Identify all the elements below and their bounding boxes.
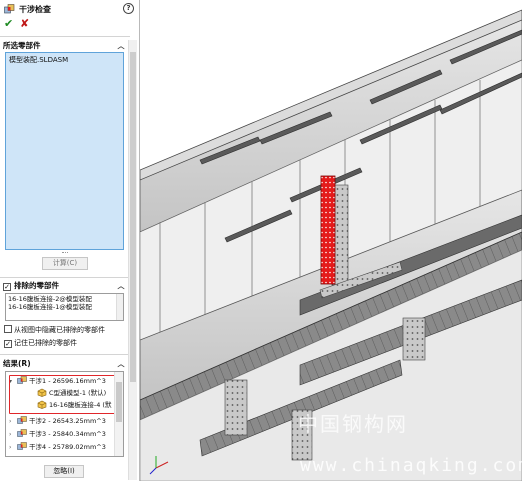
- remember-excluded-label: 记住已排除的零部件: [14, 339, 77, 347]
- graphics-area[interactable]: 中国钢构网 www.chinaqking.com: [140, 0, 522, 481]
- calculate-button[interactable]: 计算(C): [42, 257, 88, 270]
- tree-item-label: 干涉3 - 25840.34mm^3: [29, 430, 106, 438]
- watermark-chinese: 中国钢构网: [298, 412, 408, 436]
- splice-plate: [224, 379, 248, 436]
- ok-button[interactable]: ✔: [4, 18, 16, 30]
- excluded-parts-heading-label: 排除的零部件: [14, 281, 59, 290]
- interference-icon: [17, 442, 27, 450]
- results-heading[interactable]: 结果(R) ︿: [3, 358, 128, 370]
- hide-excluded-label: 从视图中隐藏已排除的零部件: [14, 326, 105, 334]
- panel-title: 干涉检查: [19, 5, 51, 14]
- divider: [0, 36, 130, 37]
- cancel-button[interactable]: ✘: [20, 18, 32, 30]
- interference-icon: [17, 416, 27, 424]
- chevron-up-icon[interactable]: ︿: [116, 358, 126, 370]
- interference-icon: [17, 429, 27, 437]
- chevron-up-icon[interactable]: ︿: [116, 280, 126, 292]
- tree-item-label: 干涉4 - 25789.02mm^3: [29, 443, 106, 451]
- list-item[interactable]: 16-16腹板连接-1@模型装配: [8, 303, 121, 311]
- splice-plate: [402, 317, 426, 361]
- hide-excluded-option[interactable]: 从视图中隐藏已排除的零部件: [4, 325, 105, 336]
- selected-parts-list[interactable]: 模型装配.SLDASM: [5, 52, 124, 250]
- panel-scrollbar-thumb[interactable]: [130, 52, 136, 382]
- resize-grip-icon[interactable]: [62, 252, 68, 255]
- chevron-right-icon[interactable]: ›: [9, 442, 17, 454]
- panel-titlebar: 干涉检查 ?: [0, 0, 139, 18]
- remember-excluded-option[interactable]: ✓ 记住已排除的零部件: [4, 338, 77, 349]
- help-icon[interactable]: ?: [123, 3, 134, 14]
- results-scrollbar-thumb[interactable]: [116, 382, 122, 422]
- chevron-right-icon[interactable]: ›: [9, 429, 17, 441]
- interference-detection-icon: [4, 4, 15, 14]
- list-item[interactable]: 16-16腹板连接-2@模型装配: [8, 295, 121, 303]
- results-scrollbar[interactable]: [114, 372, 123, 456]
- excluded-parts-heading[interactable]: ✓ 排除的零部件 ︿: [3, 280, 128, 292]
- panel-scrollbar[interactable]: [128, 40, 137, 480]
- chevron-right-icon[interactable]: ›: [9, 416, 17, 428]
- check-icon: ✔: [4, 17, 14, 30]
- tree-item-interference-4[interactable]: › 干涉4 - 25789.02mm^3: [9, 441, 106, 453]
- interfering-part-highlight: [320, 175, 336, 285]
- chevron-up-icon[interactable]: ︿: [116, 40, 126, 52]
- ignore-button[interactable]: 忽略(I): [44, 465, 84, 478]
- selected-interference-highlight: [9, 375, 123, 414]
- excluded-parts-checkbox[interactable]: ✓: [3, 283, 11, 291]
- results-tree[interactable]: ▾ 干涉1 - 26596.16mm^3 C型通模型-1 (默认) 16-16腹板…: [5, 371, 124, 457]
- selected-parts-heading[interactable]: 所选零部件 ︿: [3, 40, 128, 52]
- close-icon: ✘: [20, 17, 30, 30]
- remember-excluded-checkbox[interactable]: ✓: [4, 340, 12, 348]
- selected-parts-heading-label: 所选零部件: [3, 41, 41, 50]
- tree-item-label: 干涉2 - 26543.25mm^3: [29, 417, 106, 425]
- excluded-parts-list[interactable]: 16-16腹板连接-2@模型装配 16-16腹板连接-1@模型装配: [5, 293, 124, 321]
- divider: [0, 277, 130, 278]
- interference-detection-panel: 干涉检查 ? ✔ ✘ 所选零部件 ︿ 模型装配.SLDASM 计算(C) ✓ 排除…: [0, 0, 140, 481]
- list-item[interactable]: 模型装配.SLDASM: [9, 55, 120, 65]
- divider: [0, 354, 130, 355]
- excluded-list-scrollbar[interactable]: [116, 294, 123, 320]
- tree-item-interference-2[interactable]: › 干涉2 - 26543.25mm^3: [9, 415, 106, 427]
- hide-excluded-checkbox[interactable]: [4, 325, 12, 333]
- tree-item-interference-3[interactable]: › 干涉3 - 25840.34mm^3: [9, 428, 106, 440]
- results-heading-label: 结果(R): [3, 359, 31, 368]
- watermark-url: www.chinaqking.com: [300, 455, 522, 476]
